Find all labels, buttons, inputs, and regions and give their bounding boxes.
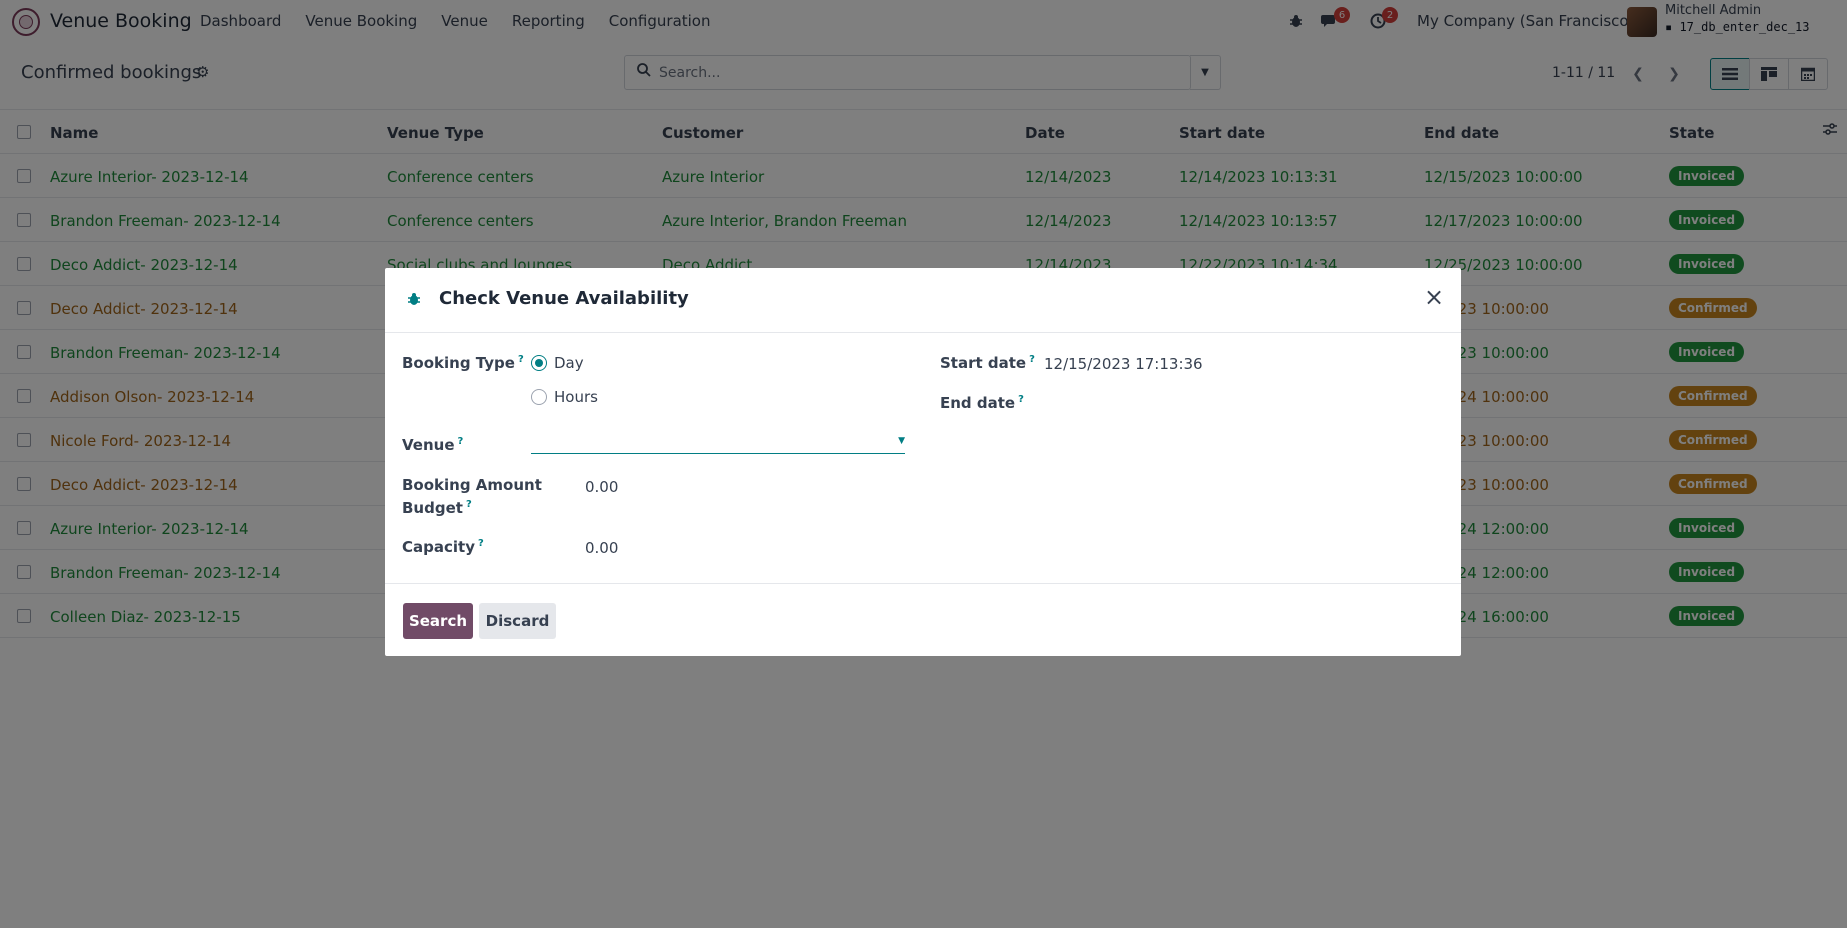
end-date-text: End date <box>940 394 1016 412</box>
help-icon[interactable]: ? <box>1018 394 1024 405</box>
end-date-label: End date? <box>940 394 1024 412</box>
bug-icon <box>407 292 421 310</box>
dialog-footer: Search Discard <box>385 583 1461 656</box>
radio-day[interactable] <box>531 355 547 371</box>
help-icon[interactable]: ? <box>458 436 464 447</box>
booking-type-text: Booking Type <box>402 354 515 372</box>
budget-label-line1: Booking Amount <box>402 476 542 494</box>
radio-hours-label[interactable]: Hours <box>554 388 598 406</box>
radio-day-label[interactable]: Day <box>554 354 584 372</box>
close-icon[interactable]: × <box>1424 285 1444 309</box>
help-icon[interactable]: ? <box>1029 354 1035 365</box>
venue-field[interactable]: ▼ <box>531 428 905 454</box>
start-date-label: Start date? <box>940 354 1035 372</box>
start-date-text: Start date <box>940 354 1027 372</box>
radio-hours[interactable] <box>531 389 547 405</box>
start-date-value[interactable]: 12/15/2023 17:13:36 <box>1044 355 1203 373</box>
venue-text: Venue <box>402 436 455 454</box>
venue-label: Venue? <box>402 436 463 454</box>
budget-text: Budget <box>402 499 463 517</box>
caret-down-icon[interactable]: ▼ <box>898 436 905 446</box>
help-icon[interactable]: ? <box>466 499 472 510</box>
budget-value[interactable]: 0.00 <box>585 478 618 496</box>
search-button[interactable]: Search <box>403 603 473 639</box>
dialog-header: Check Venue Availability × <box>385 268 1461 333</box>
capacity-label: Capacity? <box>402 538 484 556</box>
budget-label-line2: Budget? <box>402 499 472 517</box>
capacity-text: Capacity <box>402 538 475 556</box>
discard-button[interactable]: Discard <box>479 603 556 639</box>
check-venue-availability-dialog: Check Venue Availability × Booking Type?… <box>385 268 1461 656</box>
help-icon[interactable]: ? <box>518 354 524 365</box>
dialog-title: Check Venue Availability <box>439 288 689 309</box>
booking-type-label: Booking Type? <box>402 354 524 372</box>
capacity-value[interactable]: 0.00 <box>585 539 618 557</box>
help-icon[interactable]: ? <box>478 538 484 549</box>
